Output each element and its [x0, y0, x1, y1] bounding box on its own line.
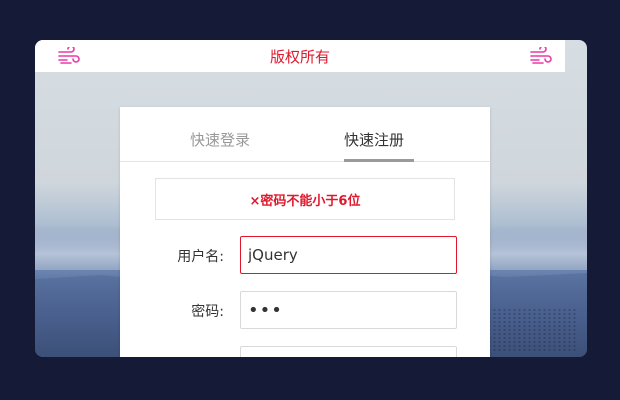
error-message: ×密码不能小于6位: [155, 178, 455, 220]
confirm-password-row: [120, 346, 490, 357]
tab-quick-login[interactable]: 快速登录: [190, 129, 250, 150]
header-bar: 版权所有: [35, 40, 565, 72]
header-title: 版权所有: [269, 47, 330, 66]
app-window: 版权所有 快速登录 快速注册 ×密码不能小于6位 用户名: 密码:: [35, 40, 587, 357]
tab-quick-register[interactable]: 快速注册: [344, 129, 404, 150]
active-tab-indicator: [344, 159, 414, 162]
username-input[interactable]: [240, 236, 457, 274]
password-input[interactable]: [240, 291, 457, 329]
username-row: 用户名:: [120, 236, 490, 274]
auth-tabs: 快速登录 快速注册: [120, 107, 490, 162]
username-label: 用户名:: [177, 249, 224, 265]
password-label: 密码:: [191, 304, 224, 320]
auth-card: 快速登录 快速注册 ×密码不能小于6位 用户名: 密码:: [120, 107, 490, 357]
wind-icon: [530, 47, 552, 64]
password-row: 密码:: [120, 291, 490, 329]
confirm-password-input[interactable]: [240, 346, 457, 357]
wind-icon: [58, 47, 80, 64]
